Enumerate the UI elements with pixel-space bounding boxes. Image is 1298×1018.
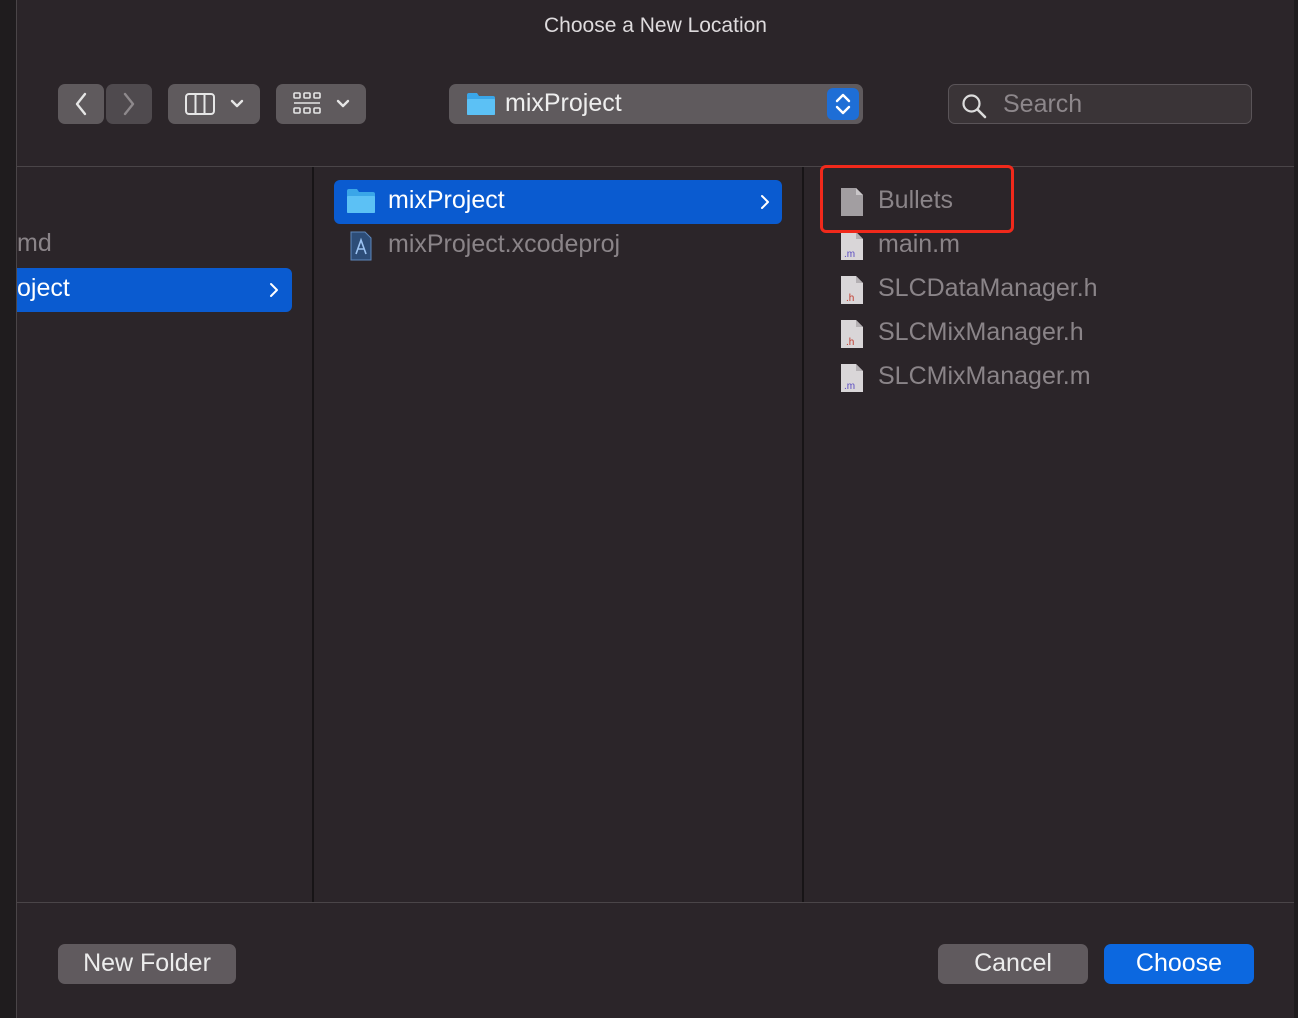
header-file-icon: .h bbox=[839, 275, 865, 310]
list-item[interactable]: mixProject.xcodeproj bbox=[334, 224, 782, 268]
footer-divider bbox=[17, 902, 1294, 903]
list-item[interactable]: .h SLCDataManager.h bbox=[824, 268, 1284, 312]
list-item-selected[interactable]: oject bbox=[17, 268, 292, 312]
list-item-label: SLCDataManager.h bbox=[878, 274, 1098, 302]
highlight-annotation-box bbox=[820, 165, 1014, 233]
view-mode-button[interactable] bbox=[168, 84, 260, 124]
new-folder-button[interactable]: New Folder bbox=[58, 944, 236, 984]
group-button[interactable] bbox=[276, 84, 366, 124]
choose-button[interactable]: Choose bbox=[1104, 944, 1254, 984]
toolbar-divider bbox=[17, 166, 1294, 167]
chevron-right-icon bbox=[269, 282, 279, 303]
grid-icon bbox=[292, 91, 322, 117]
chevron-down-icon bbox=[230, 99, 244, 109]
list-item-label: mixProject.xcodeproj bbox=[388, 230, 621, 258]
forward-button[interactable] bbox=[106, 84, 152, 124]
svg-text:.m: .m bbox=[844, 381, 855, 392]
list-item[interactable]: .m SLCMixManager.m bbox=[824, 356, 1284, 400]
up-down-stepper-icon bbox=[827, 88, 859, 120]
columns-view-icon bbox=[184, 92, 216, 116]
svg-text:.h: .h bbox=[846, 293, 854, 304]
list-item-label: SLCMixManager.m bbox=[878, 362, 1091, 390]
chevron-right-icon bbox=[760, 194, 770, 215]
chevron-right-icon bbox=[122, 92, 136, 116]
search-field[interactable]: Search bbox=[948, 84, 1252, 124]
list-item-label: main.m bbox=[878, 230, 960, 258]
column-divider[interactable] bbox=[802, 167, 804, 903]
svg-text:.m: .m bbox=[844, 249, 855, 260]
list-item-label: md bbox=[17, 229, 52, 257]
list-item[interactable]: md bbox=[17, 223, 292, 267]
list-item-selected[interactable]: mixProject bbox=[334, 180, 782, 224]
header-file-icon: .h bbox=[839, 319, 865, 354]
column-divider[interactable] bbox=[312, 167, 314, 903]
search-placeholder: Search bbox=[1003, 90, 1083, 118]
folder-icon bbox=[346, 188, 376, 219]
window-left-edge bbox=[0, 0, 17, 1018]
objc-source-file-icon: .m bbox=[839, 231, 865, 266]
folder-icon bbox=[466, 92, 496, 121]
list-item-label: oject bbox=[17, 274, 70, 302]
location-popup[interactable]: mixProject bbox=[449, 84, 863, 124]
window-right-edge bbox=[1294, 0, 1298, 1018]
location-label: mixProject bbox=[505, 89, 622, 117]
cancel-button[interactable]: Cancel bbox=[938, 944, 1088, 984]
list-item-label: SLCMixManager.h bbox=[878, 318, 1084, 346]
chevron-down-icon bbox=[336, 99, 350, 109]
list-item-label: mixProject bbox=[388, 186, 505, 214]
svg-text:.h: .h bbox=[846, 337, 854, 348]
chevron-left-icon bbox=[74, 92, 88, 116]
xcodeproj-icon bbox=[349, 231, 373, 266]
list-item[interactable]: .h SLCMixManager.h bbox=[824, 312, 1284, 356]
objc-source-file-icon: .m bbox=[839, 363, 865, 398]
back-button[interactable] bbox=[58, 84, 104, 124]
dialog-title: Choose a New Location bbox=[544, 14, 767, 37]
